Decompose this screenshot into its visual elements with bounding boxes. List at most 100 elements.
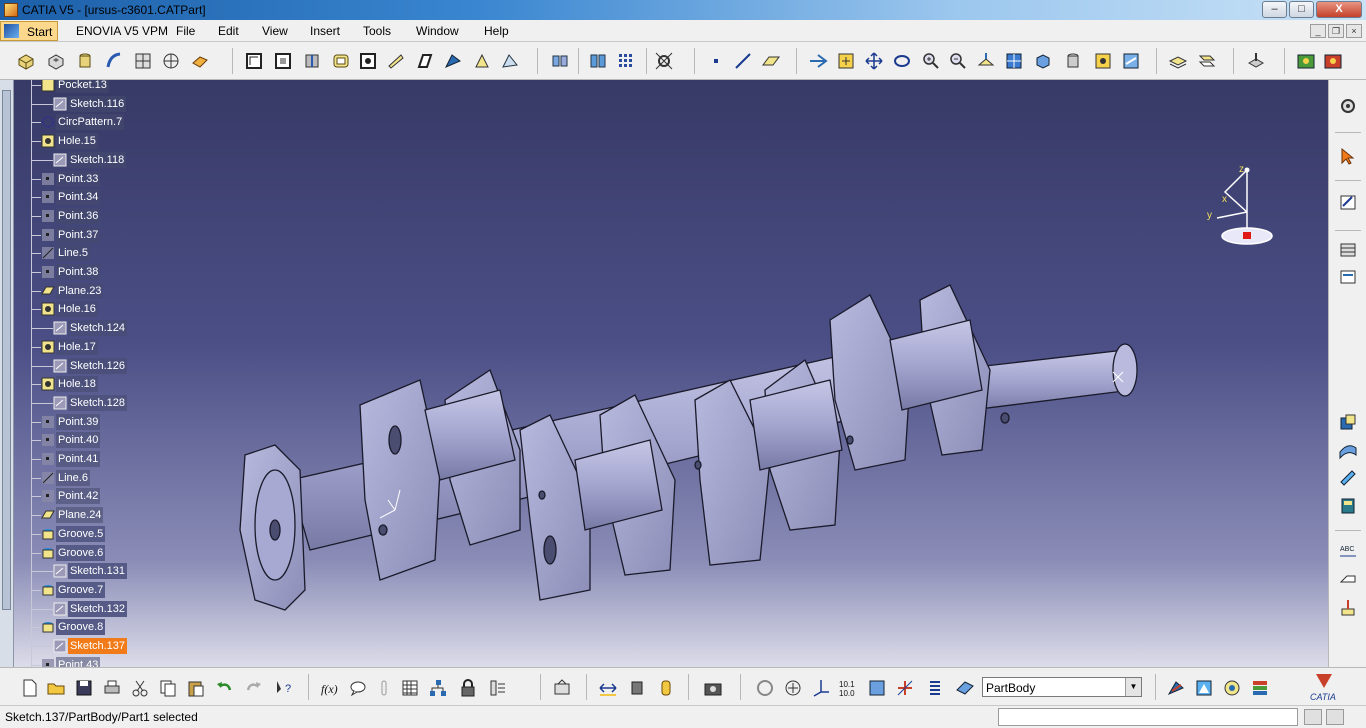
crankshaft-part[interactable]	[230, 200, 1150, 620]
print-icon[interactable]	[102, 678, 122, 698]
body-icon[interactable]	[1338, 240, 1358, 260]
minimize-button[interactable]: –	[1262, 1, 1287, 18]
remove-face-icon[interactable]	[415, 51, 435, 71]
parent-children-icon[interactable]	[428, 678, 448, 698]
surface-icon[interactable]	[1338, 440, 1358, 460]
shaft-icon[interactable]	[75, 51, 95, 71]
formula-icon[interactable]: f(x)	[320, 678, 340, 698]
scale-icon[interactable]: 10.110.0	[839, 678, 859, 698]
plane-tool-icon[interactable]	[761, 51, 781, 71]
whats-this-icon[interactable]: ?	[274, 678, 294, 698]
update-all-icon[interactable]	[755, 678, 775, 698]
close-button[interactable]: X	[1316, 1, 1362, 18]
menu-edit[interactable]: Edit	[218, 24, 239, 38]
geometric-set-icon[interactable]	[1338, 267, 1358, 287]
chevron-down-icon[interactable]: ▼	[1125, 678, 1141, 696]
snap-icon[interactable]	[654, 51, 674, 71]
table-icon[interactable]	[400, 678, 420, 698]
pan-icon[interactable]	[864, 51, 884, 71]
thread-icon[interactable]	[386, 51, 406, 71]
flag-note-icon[interactable]	[1338, 570, 1358, 590]
measure-between-icon[interactable]	[598, 678, 618, 698]
chamfer-icon[interactable]	[273, 51, 293, 71]
pattern-icon[interactable]	[616, 51, 636, 71]
normal-view-icon[interactable]	[976, 51, 996, 71]
shell-icon[interactable]	[331, 51, 351, 71]
swap-space-icon[interactable]	[1121, 51, 1141, 71]
redo-icon[interactable]	[244, 678, 264, 698]
link-icon[interactable]	[374, 678, 394, 698]
line-tool-icon[interactable]	[733, 51, 753, 71]
grid-snap-icon[interactable]	[895, 678, 915, 698]
lock-icon[interactable]	[458, 678, 478, 698]
pad-icon[interactable]	[16, 51, 36, 71]
menu-enovia[interactable]: ENOVIA V5 VPM	[76, 24, 168, 38]
copy-icon[interactable]	[158, 678, 178, 698]
cut-icon[interactable]	[130, 678, 150, 698]
status-options-button[interactable]	[1326, 709, 1344, 725]
working-support-icon[interactable]	[867, 678, 887, 698]
measure-inertia-icon[interactable]	[656, 678, 676, 698]
paste-icon[interactable]	[186, 678, 206, 698]
properties-icon[interactable]	[1197, 51, 1217, 71]
menu-window[interactable]: Window	[416, 24, 459, 38]
rotate-view-icon[interactable]	[892, 51, 912, 71]
rib-icon[interactable]	[104, 51, 124, 71]
zoom-in-icon[interactable]	[921, 51, 941, 71]
multi-view-icon[interactable]	[1004, 51, 1024, 71]
shading-icon[interactable]	[1063, 51, 1083, 71]
iso-view-icon[interactable]	[1033, 51, 1053, 71]
layer-icon[interactable]	[1168, 51, 1188, 71]
undo-icon[interactable]	[214, 678, 234, 698]
tree-scrollbar[interactable]	[0, 80, 14, 667]
apply-material-icon[interactable]	[1250, 678, 1270, 698]
doc-restore-button[interactable]: ❐	[1328, 24, 1344, 38]
zoom-out-icon[interactable]	[948, 51, 968, 71]
3d-viewport[interactable]: Pocket.13 Sketch.116 CircPattern.7 Hole.15 S…	[0, 80, 1328, 667]
point-tool-icon[interactable]	[706, 51, 726, 71]
manipulate-icon[interactable]	[783, 678, 803, 698]
maximize-button[interactable]: □	[1289, 1, 1314, 18]
rotate-icon[interactable]	[472, 51, 492, 71]
menu-tools[interactable]: Tools	[363, 24, 391, 38]
draft-icon[interactable]	[302, 51, 322, 71]
navigation-compass[interactable]: z x y	[1195, 162, 1280, 252]
menu-file[interactable]: File	[176, 24, 195, 38]
mirror-icon[interactable]	[588, 51, 608, 71]
workbench-icon[interactable]	[1296, 51, 1316, 71]
camera-icon[interactable]	[703, 678, 723, 698]
analysis-icon[interactable]	[1246, 51, 1266, 71]
screen-capture-icon[interactable]	[552, 678, 572, 698]
catalog-icon[interactable]	[1338, 496, 1358, 516]
instantiate-icon[interactable]	[1166, 678, 1186, 698]
doc-minimize-button[interactable]: _	[1310, 24, 1326, 38]
thickness-icon[interactable]	[358, 51, 378, 71]
constraint-icon[interactable]	[1338, 412, 1358, 432]
menu-insert[interactable]: Insert	[310, 24, 340, 38]
list-icon[interactable]	[925, 678, 945, 698]
select-arrow-icon[interactable]	[1338, 146, 1358, 166]
datum-icon[interactable]	[1338, 598, 1358, 618]
part-body-selector[interactable]: PartBody ▼	[982, 677, 1142, 697]
power-input-button[interactable]	[1304, 709, 1322, 725]
hole-tool-icon[interactable]	[161, 51, 181, 71]
translate-icon[interactable]	[443, 51, 463, 71]
boolean-icon[interactable]	[550, 51, 570, 71]
doc-close-button[interactable]: ×	[1346, 24, 1362, 38]
loft-icon[interactable]	[133, 51, 153, 71]
catalog-browser-icon[interactable]	[1194, 678, 1214, 698]
comment-icon[interactable]	[348, 678, 368, 698]
menu-view[interactable]: View	[262, 24, 288, 38]
scrollbar-thumb[interactable]	[2, 90, 11, 610]
sketcher-icon[interactable]	[1338, 192, 1358, 212]
start-menu[interactable]: Start	[0, 21, 58, 41]
power-copy-icon[interactable]	[1222, 678, 1242, 698]
new-file-icon[interactable]	[20, 678, 40, 698]
open-folder-icon[interactable]	[46, 678, 66, 698]
annotation-icon[interactable]: ABC	[1338, 542, 1358, 562]
hide-show-icon[interactable]	[1093, 51, 1113, 71]
measure-icon[interactable]	[1338, 468, 1358, 488]
menu-help[interactable]: Help	[484, 24, 509, 38]
pocket-icon[interactable]	[46, 51, 66, 71]
measure-item-icon[interactable]	[628, 678, 648, 698]
